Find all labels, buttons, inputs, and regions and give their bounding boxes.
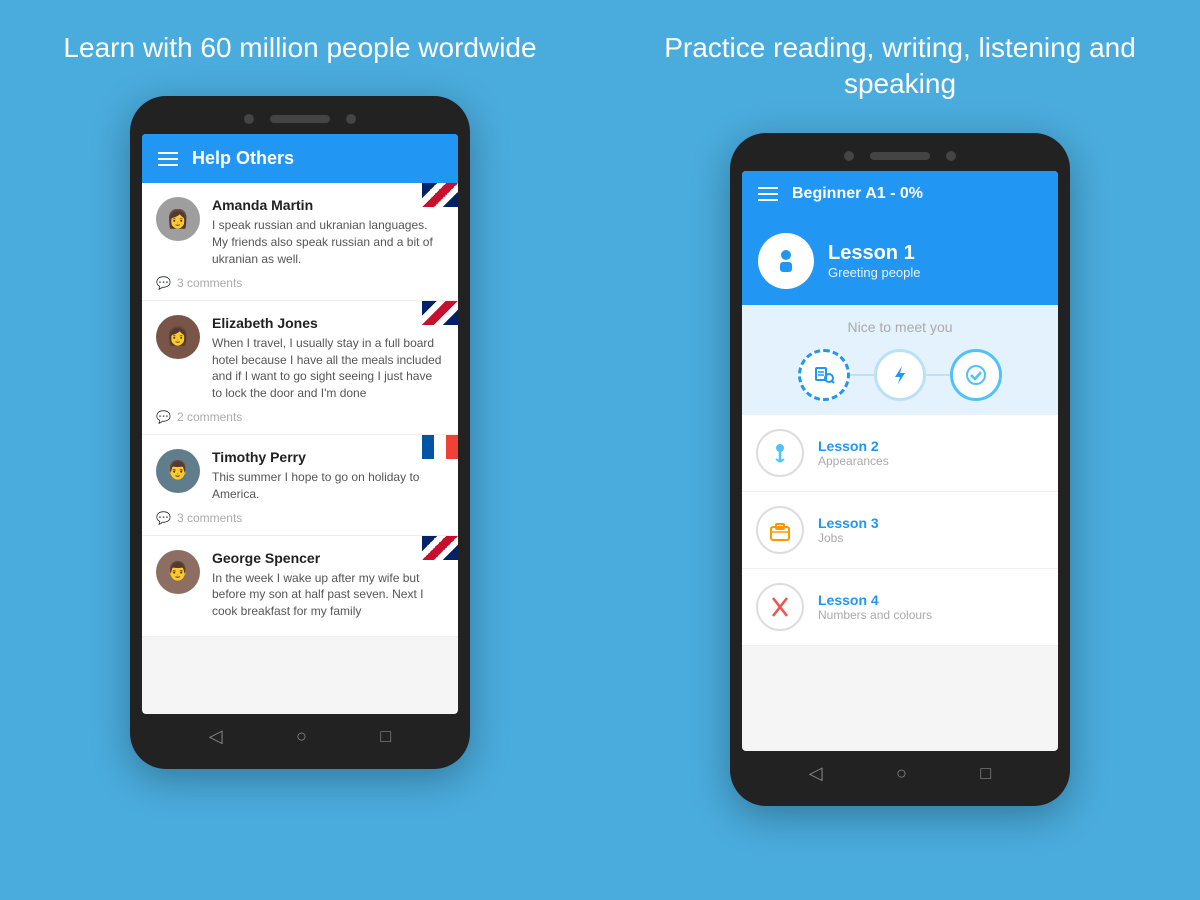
flag-uk-1 — [422, 183, 458, 207]
avatar-4: 👨 — [156, 550, 200, 594]
speaker-right — [870, 152, 930, 160]
phone-bottom-right: ◁ ○ □ — [742, 751, 1058, 788]
square-button-right[interactable]: □ — [980, 763, 991, 784]
meet-section: Nice to meet you — [742, 305, 1058, 415]
lesson1-title: Lesson 1 — [828, 242, 921, 265]
skill-check[interactable] — [950, 349, 1002, 401]
lesson-header: Beginner A1 - 0% — [742, 171, 1058, 217]
skill-line-2 — [926, 374, 950, 376]
post-item-1[interactable]: 👩 Amanda Martin I speak russian and ukra… — [142, 183, 458, 300]
lesson2-icon — [756, 429, 804, 477]
lesson1-subtitle: Greeting people — [828, 265, 921, 280]
camera-right — [844, 151, 854, 161]
hamburger-icon[interactable] — [158, 152, 178, 166]
app-header-title: Help Others — [192, 148, 294, 169]
post-text-1: I speak russian and ukranian languages. … — [212, 217, 444, 267]
hamburger-icon-right[interactable] — [758, 187, 778, 201]
home-button-right[interactable]: ○ — [896, 763, 907, 784]
lesson-row-3[interactable]: Lesson 3 Jobs — [742, 492, 1058, 569]
lesson1-card[interactable]: Lesson 1 Greeting people — [742, 217, 1058, 305]
right-phone: Beginner A1 - 0% Lesson 1 Greeting peopl… — [730, 133, 1070, 806]
post-comments-3[interactable]: 💬 3 comments — [156, 511, 444, 525]
back-button-left[interactable]: ◁ — [209, 726, 223, 747]
avatar-2: 👩 — [156, 315, 200, 359]
lesson3-icon — [756, 506, 804, 554]
lesson4-title: Lesson 4 — [818, 592, 932, 608]
left-screen: Help Others 👩 Amanda Martin I speak russ… — [142, 134, 458, 714]
comment-icon-2: 💬 — [156, 410, 171, 424]
lesson-header-title: Beginner A1 - 0% — [792, 185, 923, 203]
lesson-row-2[interactable]: Lesson 2 Appearances — [742, 415, 1058, 492]
camera-left — [244, 114, 254, 124]
person-icon — [771, 246, 801, 276]
avatar-3: 👨 — [156, 449, 200, 493]
phone-bottom-left: ◁ ○ □ — [142, 714, 458, 751]
lesson2-sub: Appearances — [818, 454, 889, 468]
flag-uk-4 — [422, 536, 458, 560]
left-panel: Learn with 60 million people wordwide He… — [0, 0, 600, 900]
post-text-2: When I travel, I usually stay in a full … — [212, 335, 444, 402]
post-name-4: George Spencer — [212, 550, 444, 566]
lesson4-sub: Numbers and colours — [818, 608, 932, 622]
left-panel-title: Learn with 60 million people wordwide — [63, 30, 536, 66]
app-header-left: Help Others — [142, 134, 458, 183]
avatar-1: 👩 — [156, 197, 200, 241]
right-panel: Practice reading, writing, listening and… — [600, 0, 1200, 900]
flag-uk-2 — [422, 301, 458, 325]
left-phone: Help Others 👩 Amanda Martin I speak russ… — [130, 96, 470, 769]
lesson1-icon-circle — [758, 233, 814, 289]
lesson-row-4[interactable]: Lesson 4 Numbers and colours — [742, 569, 1058, 646]
post-name-2: Elizabeth Jones — [212, 315, 444, 331]
phone-top-left — [142, 114, 458, 124]
meet-title: Nice to meet you — [756, 319, 1044, 335]
skill-line-1 — [850, 374, 874, 376]
home-button-left[interactable]: ○ — [296, 726, 307, 747]
skill-icons — [756, 349, 1044, 401]
lesson3-sub: Jobs — [818, 531, 879, 545]
post-text-3: This summer I hope to go on holiday to A… — [212, 469, 444, 503]
phone-top-right — [742, 151, 1058, 161]
right-panel-title: Practice reading, writing, listening and… — [620, 30, 1180, 103]
post-item-2[interactable]: 👩 Elizabeth Jones When I travel, I usual… — [142, 301, 458, 435]
posts-list: 👩 Amanda Martin I speak russian and ukra… — [142, 183, 458, 637]
camera-left2 — [346, 114, 356, 124]
flag-fr-3 — [422, 435, 458, 459]
skill-lightning[interactable] — [874, 349, 926, 401]
post-comments-2[interactable]: 💬 2 comments — [156, 410, 444, 424]
comment-icon-3: 💬 — [156, 511, 171, 525]
post-comments-1[interactable]: 💬 3 comments — [156, 276, 444, 290]
camera-right2 — [946, 151, 956, 161]
post-item-4[interactable]: 👨 George Spencer In the week I wake up a… — [142, 536, 458, 637]
lesson3-title: Lesson 3 — [818, 515, 879, 531]
comment-icon-1: 💬 — [156, 276, 171, 290]
post-name-1: Amanda Martin — [212, 197, 444, 213]
right-screen: Beginner A1 - 0% Lesson 1 Greeting peopl… — [742, 171, 1058, 751]
post-text-4: In the week I wake up after my wife but … — [212, 570, 444, 620]
speaker-left — [270, 115, 330, 123]
square-button-left[interactable]: □ — [380, 726, 391, 747]
lesson4-icon — [756, 583, 804, 631]
back-button-right[interactable]: ◁ — [809, 763, 823, 784]
post-item-3[interactable]: 👨 Timothy Perry This summer I hope to go… — [142, 435, 458, 536]
skill-read[interactable] — [798, 349, 850, 401]
post-name-3: Timothy Perry — [212, 449, 444, 465]
lesson2-title: Lesson 2 — [818, 438, 889, 454]
lessons-list: Lesson 2 Appearances Lesson 3 Jobs — [742, 415, 1058, 646]
